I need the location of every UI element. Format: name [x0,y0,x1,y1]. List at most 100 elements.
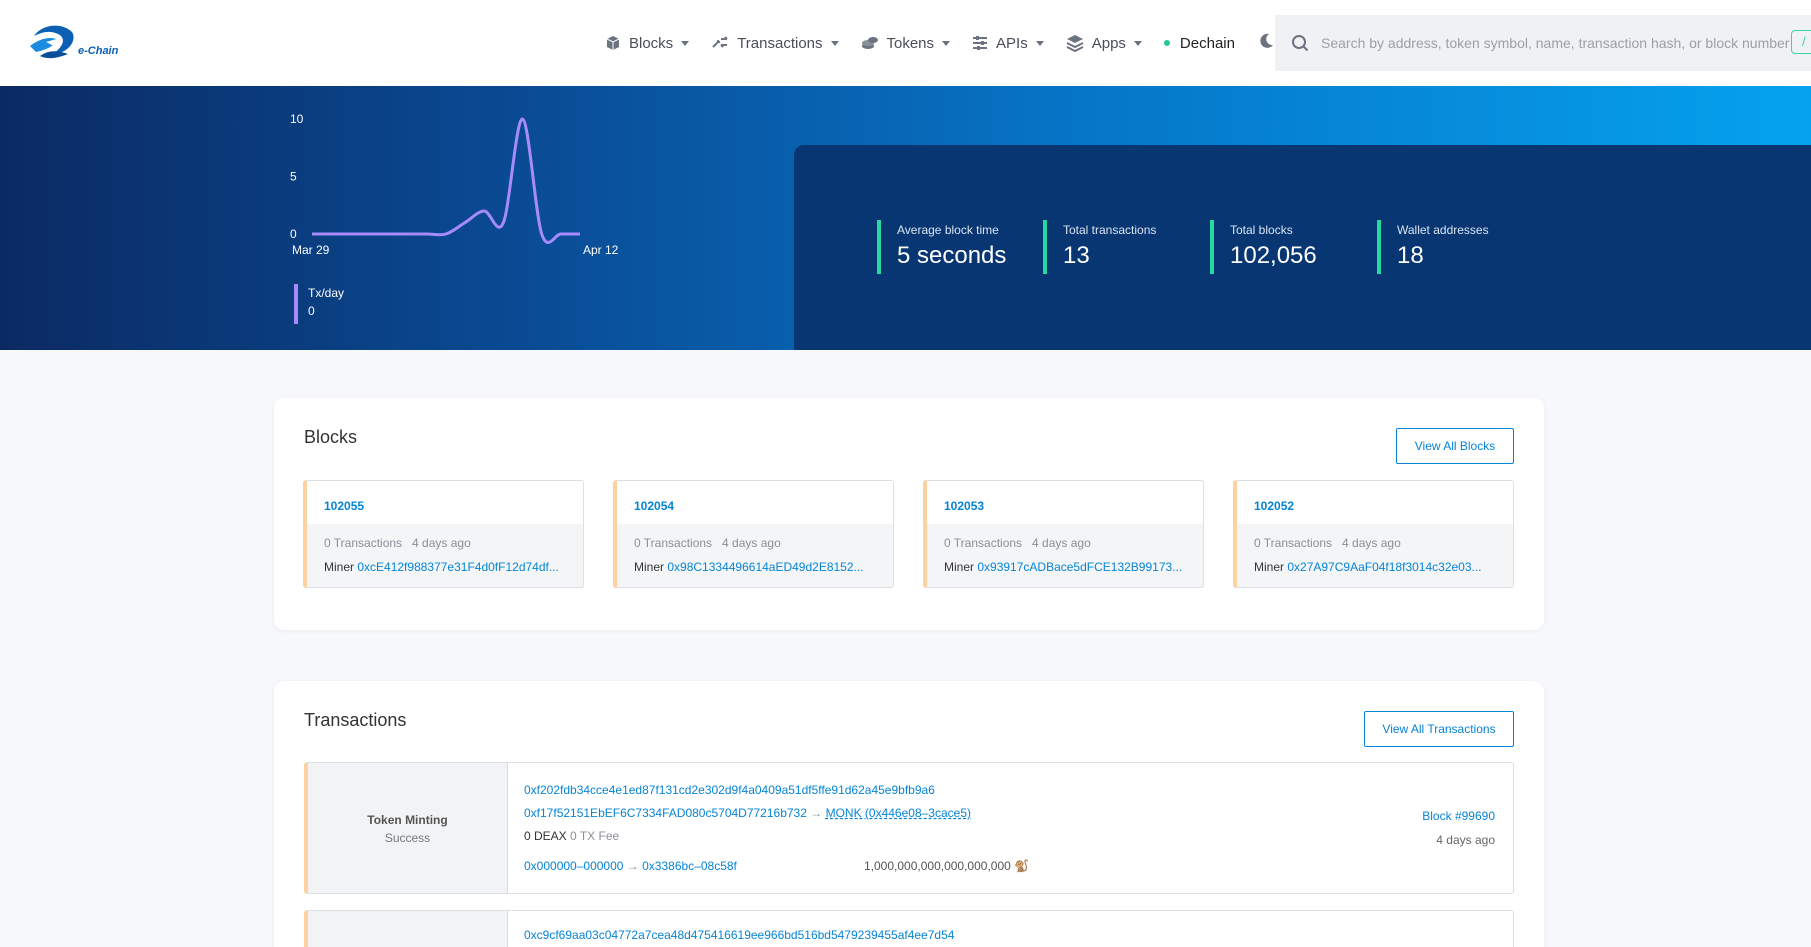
arrow-icon: → [626,859,639,873]
tx-type-label: Token Minting [367,813,448,827]
chevron-down-icon [1133,40,1142,46]
tx-type-cell: Token Minting Success [308,763,508,893]
miner-label: Miner [324,560,355,574]
nav-apps[interactable]: Apps [1066,34,1142,52]
echain-logo-icon [30,25,74,59]
chevron-down-icon [830,40,839,46]
transfer-from-link[interactable]: 0x000000–000000 [524,859,623,873]
y-tick-label: 0 [290,227,297,241]
search-shortcut-badge: / [1791,30,1811,54]
nav-transactions[interactable]: Transactions [711,34,839,52]
miner-address-link[interactable]: 0x98C1334496614aED49d2E8152... [667,560,863,574]
block-tx-count: 0 Transactions [944,536,1023,550]
nav-apps-label: Apps [1091,34,1126,52]
theme-toggle[interactable] [1257,32,1275,55]
tx-per-day-chart: 0 5 10 Mar 29 Apr 12 [290,112,619,256]
block-tx-count: 0 Transactions [634,536,713,550]
transactions-title: Transactions [304,710,407,730]
transaction-row: Token Minting Success 0xf202fdb34cce4e1e… [304,762,1514,894]
block-number-link[interactable]: 102055 [324,499,364,513]
legend-value: 0 [308,304,315,318]
block-number-link[interactable]: 102053 [944,499,984,513]
search-icon [1292,35,1309,52]
chevron-down-icon [942,40,951,46]
tx-block-info: Block #99690 4 days ago [1422,809,1495,847]
tx-from-link[interactable]: 0xf17f52151EbEF6C7334FAD080c5704D77216b7… [524,806,807,820]
block-tile: 102053 0 Transactions 4 days ago Miner 0x… [923,480,1204,588]
stat-label: Total transactions [1063,223,1157,237]
nav-apis[interactable]: APIs [972,35,1044,52]
cube-icon [606,36,620,50]
legend-label: Tx/day [308,286,345,300]
block-number-link[interactable]: 102054 [634,499,674,513]
stats-panel: Average block time 5 seconds Total trans… [794,145,1811,350]
logo[interactable]: e-Chain [28,20,132,64]
chevron-down-icon [681,40,690,46]
block-age: 4 days ago [722,536,781,550]
block-age: 4 days ago [1342,536,1401,550]
x-tick-label: Mar 29 [292,243,330,256]
y-tick-label: 5 [290,170,297,184]
block-age: 4 days ago [1032,536,1091,550]
tx-hash-link[interactable]: 0xc9cf69aa03c04772a7cea48d475416619ee966… [524,928,954,942]
arrow-icon: → [810,806,823,820]
view-all-transactions-button[interactable]: View All Transactions [1364,711,1514,747]
tx-age: 4 days ago [1436,833,1495,847]
tx-amount: 0 DEAX [524,829,567,843]
network-status-dot [1163,40,1170,46]
stat-wallet-addresses: Wallet addresses 18 [1377,220,1489,274]
block-tile: 102052 0 Transactions 4 days ago Miner 0x… [1233,480,1514,588]
stat-label: Wallet addresses [1397,223,1489,237]
tx-status: Success [384,831,431,845]
block-number-link[interactable]: 102052 [1254,499,1294,513]
moon-icon [1260,33,1273,48]
block-tile: 102054 0 Transactions 4 days ago Miner 0x… [613,480,894,588]
chart-legend: Tx/day 0 [294,284,344,324]
block-age: 4 days ago [412,536,471,550]
miner-label: Miner [634,560,665,574]
stat-label: Average block time [897,223,999,237]
coins-icon [861,37,878,49]
stat-value: 13 [1063,242,1090,269]
network-selector[interactable]: Dechain [1163,34,1235,52]
tx-to-token-link[interactable]: MONK (0x446e08–3cace5) [826,806,971,820]
nav-tokens-label: Tokens [886,34,935,52]
main-nav: Blocks Transactions Tokens APIs Apps Dec… [605,28,1285,58]
nav-tokens[interactable]: Tokens [861,35,951,52]
stat-value: 102,056 [1230,242,1317,269]
x-tick-label: Apr 12 [583,243,619,256]
transactions-card: Transactions View All Transactions Token… [274,681,1544,947]
transfer-amount: 1,000,000,000,000,000,000 🐒 [864,859,1029,873]
layers-icon [1066,35,1084,52]
hero-banner: 0 5 10 Mar 29 Apr 12 Tx/day 0 Average block … [0,86,1811,350]
search-bar: / [1275,15,1811,71]
stat-total-blocks: Total blocks 102,056 [1210,220,1317,274]
nav-transactions-label: Transactions [737,34,823,52]
logo-text: e-Chain [78,45,119,57]
transfer-to-link[interactable]: 0x3386bc–08c58f [642,859,737,873]
view-all-blocks-button[interactable]: View All Blocks [1396,428,1514,464]
tx-hash-link[interactable]: 0xf202fdb34cce4e1ed87f131cd2e302d9f4a040… [524,783,935,797]
sliders-icon [973,36,988,50]
transaction-row: 0xc9cf69aa03c04772a7cea48d475416619ee966… [304,910,1514,947]
transfer-amount-value: 1,000,000,000,000,000,000 [864,859,1011,873]
tx-block-link[interactable]: Block #99690 [1422,809,1495,823]
miner-address-link[interactable]: 0xcE412f988377e31F4d0fF12d74df... [357,560,559,574]
block-tile: 102055 0 Transactions 4 days ago Miner 0x… [303,480,584,588]
top-header: e-Chain Blocks Transactions Tokens APIs … [0,0,1811,86]
transactions-icon [712,36,728,48]
stat-value: 18 [1397,242,1424,269]
miner-address-link[interactable]: 0x27A97C9AaF04f18f3014c32e03... [1287,560,1481,574]
series-line-tx-per-day [311,117,580,244]
miner-label: Miner [944,560,975,574]
tx-fee: 0 TX Fee [570,829,620,843]
stat-label: Total blocks [1230,223,1293,237]
miner-address-link[interactable]: 0x93917cADBace5dFCE132B99173... [977,560,1182,574]
nav-blocks-label: Blocks [629,34,674,52]
network-label: Dechain [1179,34,1235,52]
tx-details: 0xf202fdb34cce4e1ed87f131cd2e302d9f4a040… [524,783,1084,882]
nav-blocks[interactable]: Blocks [605,34,690,52]
stat-avg-block-time: Average block time 5 seconds [877,220,1006,274]
search-input[interactable] [1321,35,1801,51]
block-tx-count: 0 Transactions [324,536,403,550]
